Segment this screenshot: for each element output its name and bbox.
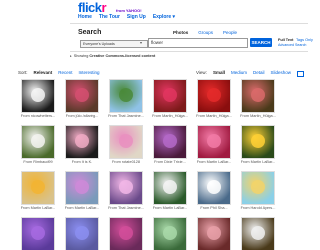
photo-thumbnail[interactable]: [22, 80, 54, 112]
flower-image: [31, 134, 45, 148]
flower-image: [31, 226, 45, 240]
flower-image: [207, 226, 221, 240]
photo-credit[interactable]: From Martin LaBar...: [232, 160, 284, 164]
tab-photos[interactable]: Photos: [173, 30, 188, 35]
sort-bar: Sort: Relevant Recent Interesting: [18, 70, 100, 75]
view-detail[interactable]: Detail: [253, 70, 265, 75]
photo-thumbnail[interactable]: [66, 218, 98, 250]
view-label: View:: [196, 70, 207, 75]
sort-relevant[interactable]: Relevant: [34, 70, 53, 75]
photo-thumbnail[interactable]: [110, 80, 142, 112]
flower-image: [251, 226, 265, 240]
view-medium[interactable]: Medium: [231, 70, 247, 75]
search-button[interactable]: SEARCH: [250, 38, 272, 47]
photo-thumbnail[interactable]: [110, 126, 142, 158]
view-small[interactable]: Small: [213, 70, 225, 75]
photo-thumbnail[interactable]: [242, 172, 274, 204]
divider: [70, 23, 308, 24]
cc-notice: ▸ Showing Creative Commons-licensed conte…: [70, 54, 155, 58]
photo-thumbnail[interactable]: [198, 80, 230, 112]
flower-image: [163, 180, 177, 194]
photo-credit[interactable]: From Harold Ayers...: [232, 206, 284, 210]
flower-image: [251, 88, 265, 102]
flower-image: [119, 226, 133, 240]
sort-interesting[interactable]: Interesting: [79, 70, 100, 75]
photo-thumbnail[interactable]: [242, 126, 274, 158]
flickr-logo[interactable]: flickr: [78, 0, 107, 15]
photo-credit[interactable]: From Martin_Hüiga...: [232, 114, 284, 118]
nav-signup[interactable]: Sign Up: [127, 14, 146, 20]
photo-thumbnail[interactable]: [22, 218, 54, 250]
cc-notice-prefix: Showing: [73, 54, 89, 58]
flower-image: [31, 180, 45, 194]
tab-groups[interactable]: Groups: [198, 30, 213, 35]
yahoo-tagline: from YAHOO!: [116, 8, 142, 13]
photo-thumbnail[interactable]: [154, 218, 186, 250]
flower-image: [251, 134, 265, 148]
photo-thumbnail[interactable]: [110, 172, 142, 204]
flower-image: [163, 226, 177, 240]
photo-thumbnail[interactable]: [198, 172, 230, 204]
divider: [70, 51, 308, 52]
flower-image: [163, 88, 177, 102]
photo-thumbnail[interactable]: [66, 172, 98, 204]
tagsonly-option[interactable]: Tags Only: [296, 38, 313, 42]
triangle-right-icon[interactable]: ▸: [70, 54, 72, 58]
flower-image: [207, 88, 221, 102]
search-scope-select[interactable]: Everyone's Uploads: [80, 40, 148, 48]
search-tabs: Photos Groups People: [173, 30, 237, 35]
flower-image: [207, 134, 221, 148]
photo-thumbnail[interactable]: [242, 218, 274, 250]
logo-text-blue: flick: [78, 0, 102, 15]
tab-people[interactable]: People: [223, 30, 237, 35]
top-nav: Home The Tour Sign Up Explore ▾: [78, 14, 175, 20]
view-slideshow[interactable]: Slideshow: [270, 70, 291, 75]
photo-thumbnail[interactable]: [66, 126, 98, 158]
search-title: Search: [78, 29, 102, 36]
photo-thumbnail[interactable]: [110, 218, 142, 250]
flower-image: [75, 134, 89, 148]
flower-image: [75, 226, 89, 240]
flower-image: [75, 88, 89, 102]
photo-thumbnail[interactable]: [22, 172, 54, 204]
cc-notice-bold: Creative Commons-licensed content: [89, 54, 156, 58]
photo-thumbnail[interactable]: [198, 126, 230, 158]
sort-label: Sort:: [18, 70, 28, 75]
photo-thumbnail[interactable]: [154, 126, 186, 158]
nav-home[interactable]: Home: [78, 14, 92, 20]
logo-text-pink: r: [101, 0, 107, 15]
photo-thumbnail[interactable]: [22, 126, 54, 158]
flower-image: [119, 88, 133, 102]
photo-thumbnail[interactable]: [242, 80, 274, 112]
advanced-search-link[interactable]: Advanced Search: [278, 43, 306, 47]
fulltext-option[interactable]: Full Text: [278, 38, 293, 42]
flower-image: [119, 180, 133, 194]
photo-thumbnail[interactable]: [66, 80, 98, 112]
photo-thumbnail[interactable]: [154, 172, 186, 204]
flower-image: [75, 180, 89, 194]
flower-image: [119, 134, 133, 148]
view-bar: View: Small Medium Detail Slideshow: [196, 70, 291, 75]
photo-thumbnail[interactable]: [154, 80, 186, 112]
flower-image: [251, 180, 265, 194]
flower-image: [207, 180, 221, 194]
chevron-down-icon: ▾: [140, 40, 143, 45]
nav-tour[interactable]: The Tour: [99, 14, 120, 20]
sort-recent[interactable]: Recent: [58, 70, 72, 75]
nav-explore[interactable]: Explore ▾: [153, 14, 175, 20]
slideshow-icon[interactable]: [297, 71, 304, 77]
photo-thumbnail[interactable]: [198, 218, 230, 250]
search-input[interactable]: flower: [148, 38, 248, 48]
flower-image: [31, 88, 45, 102]
flower-image: [163, 134, 177, 148]
